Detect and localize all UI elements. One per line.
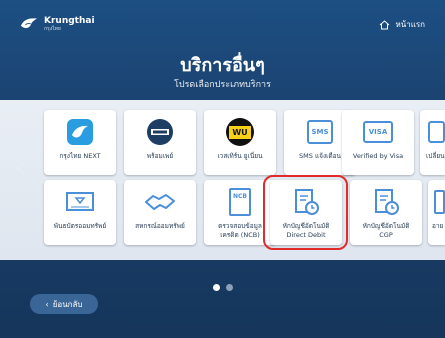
page-dot[interactable] — [225, 284, 233, 291]
back-button[interactable]: ‹ ย้อนกลับ — [30, 294, 98, 314]
partial-tile-icon — [428, 186, 445, 218]
visa-icon: VISA — [342, 116, 414, 148]
krungthai-next-icon — [44, 116, 116, 148]
tile-label-line1: หักบัญชีอัตโนมัติ — [362, 222, 410, 230]
tile-label: เปลี่ยน — [426, 152, 445, 160]
tile-label: พันธบัตรออมทรัพย์ — [53, 222, 107, 230]
home-label: หน้าแรก — [395, 20, 425, 29]
page-dot-active[interactable] — [212, 284, 220, 291]
page-indicator — [0, 284, 445, 291]
tile-verified-by-visa[interactable]: VISA Verified by Visa — [342, 110, 414, 175]
tile-krungthai-next[interactable]: กรุงไทย NEXT — [44, 110, 116, 175]
bond-icon — [44, 186, 116, 218]
tile-western-union[interactable]: WU เวสเทิร์น ยูเนี่ยน — [204, 110, 276, 175]
ncb-badge: NCB — [229, 188, 251, 216]
page-subtitle: โปรดเลือกประเภทบริการ — [174, 80, 271, 90]
promptpay-icon — [124, 116, 196, 148]
tile-promptpay[interactable]: พร้อมเพย์ — [124, 110, 196, 175]
prev-page-arrow[interactable]: ‹ — [14, 150, 28, 184]
tile-partial-right-1[interactable]: เปลี่ยน — [420, 110, 445, 175]
visa-badge: VISA — [363, 121, 393, 143]
tile-label: กรุงไทย NEXT — [59, 152, 101, 160]
cgp-icon — [350, 186, 422, 218]
tile-label: พร้อมเพย์ — [146, 152, 174, 160]
tile-label: Verified by Visa — [352, 152, 404, 160]
bird-logo-icon — [20, 18, 38, 29]
tile-label: สหกรณ์ออมทรัพย์ — [135, 222, 185, 230]
tile-cgp[interactable]: หักบัญชีอัตโนมัติ CGP — [350, 180, 422, 245]
direct-debit-highlight — [263, 175, 348, 250]
wu-badge: WU — [229, 125, 251, 139]
tile-savings-bond[interactable]: พันธบัตรออมทรัพย์ — [44, 180, 116, 245]
tile-label: อาย — [432, 222, 444, 230]
partial-tile-icon — [420, 116, 445, 148]
page-title: บริการอื่นๆ — [180, 55, 265, 76]
top-bar: Krungthai กรุงไทย หน้าแรก — [0, 0, 445, 44]
chevron-left-icon: ‹ — [45, 299, 49, 309]
tile-label-line2: CGP — [379, 231, 393, 239]
back-label: ย้อนกลับ — [52, 299, 83, 309]
tile-label: หักบัญชีอัตโนมัติ CGP — [352, 222, 420, 240]
tile-label: เวสเทิร์น ยูเนี่ยน — [217, 152, 263, 160]
brand-name: Krungthai — [44, 15, 95, 26]
tile-partial-right-2[interactable]: อาย — [428, 180, 445, 245]
home-button[interactable]: หน้าแรก — [379, 18, 425, 31]
sms-badge: SMS — [307, 120, 333, 144]
brand-subtitle: กรุงไทย — [44, 25, 61, 32]
krungthai-logo: Krungthai กรุงไทย — [20, 16, 95, 32]
tile-cooperative[interactable]: สหกรณ์ออมทรัพย์ — [124, 180, 196, 245]
western-union-icon: WU — [204, 116, 276, 148]
home-icon — [380, 19, 390, 29]
handshake-icon — [124, 186, 196, 218]
